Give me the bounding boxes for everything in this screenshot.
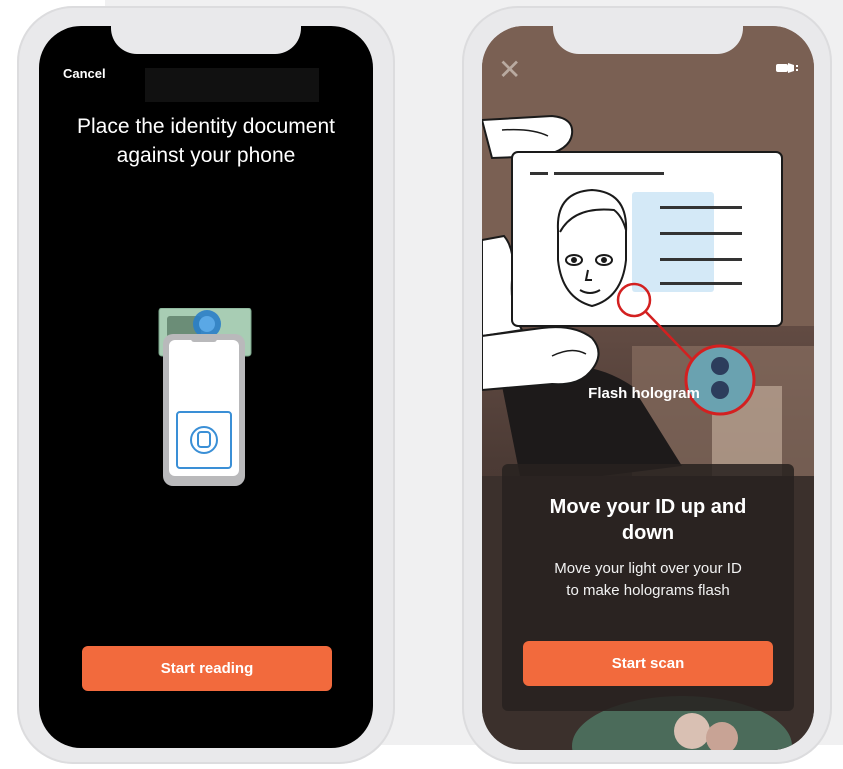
instruction-subtitle: Move your light over your ID to make hol… xyxy=(554,560,742,599)
phone-notch xyxy=(111,26,301,54)
cancel-button[interactable]: Cancel xyxy=(63,66,106,81)
flash-hologram-label: Flash hologram xyxy=(588,385,700,402)
page-title: Place the identity document against your… xyxy=(77,115,335,167)
redacted-title xyxy=(145,68,319,102)
instruction-title: Move your ID up and down xyxy=(549,496,747,544)
hologram-scan-screen: ✕ Flash hologram Move your ID up and dow… xyxy=(482,26,814,750)
nfc-illustration xyxy=(158,308,252,486)
phone-frame-right: ✕ Flash hologram Move your ID up and dow… xyxy=(462,6,832,764)
start-scan-button[interactable]: Start scan xyxy=(523,641,773,686)
face-illustration xyxy=(556,188,628,308)
flashlight-icon[interactable] xyxy=(776,62,798,74)
phone-illustration xyxy=(163,334,245,486)
phone-frame-left: Cancel Place the identity document again… xyxy=(17,6,395,764)
nfc-screen: Cancel Place the identity document again… xyxy=(39,26,373,748)
phone-notch xyxy=(553,26,743,54)
start-reading-button[interactable]: Start reading xyxy=(82,646,332,691)
close-icon[interactable]: ✕ xyxy=(498,56,521,84)
